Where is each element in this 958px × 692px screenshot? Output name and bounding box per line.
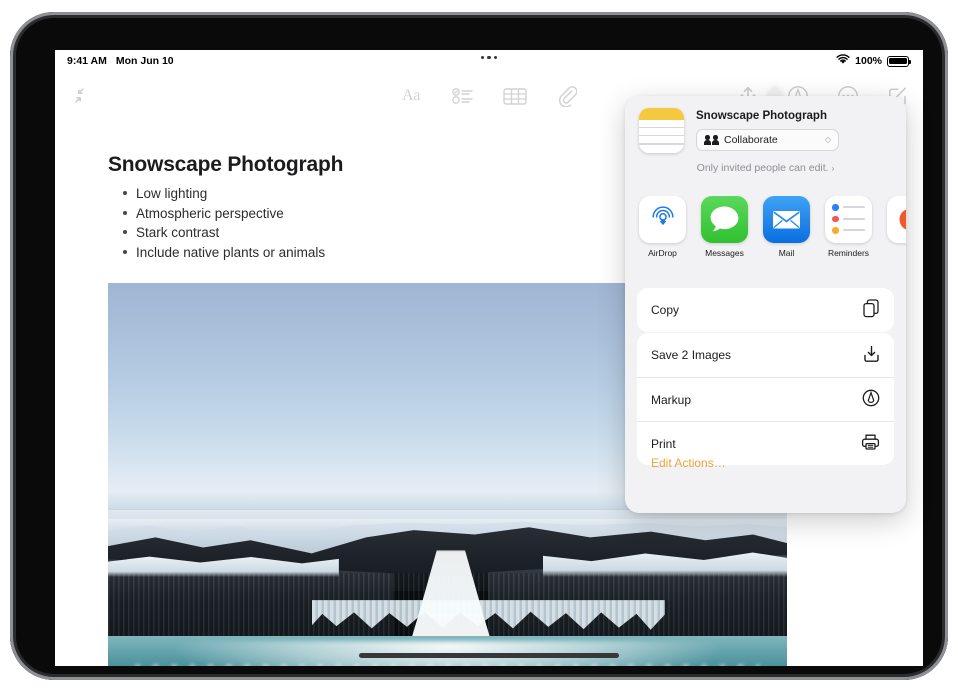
share-app-label: Messages xyxy=(701,248,748,258)
collaborate-label: Collaborate xyxy=(724,134,778,146)
markup-pen-icon xyxy=(862,389,880,410)
collaborate-dropdown[interactable]: Collaborate ◇ xyxy=(696,129,839,151)
share-actions-group-1: Copy xyxy=(637,288,894,332)
action-copy[interactable]: Copy xyxy=(637,288,894,332)
share-app-label: Reminders xyxy=(825,248,872,258)
share-app-label: Mail xyxy=(763,248,810,258)
chevron-right-icon: › xyxy=(832,163,835,173)
action-label: Save 2 Images xyxy=(651,348,731,362)
bullet-dot-icon xyxy=(123,191,127,195)
status-date: Mon Jun 10 xyxy=(116,55,174,67)
wifi-icon xyxy=(836,54,850,68)
bullet-dot-icon xyxy=(123,250,127,254)
printer-icon xyxy=(861,433,880,454)
share-app-freeform[interactable]: Fr xyxy=(887,196,906,278)
mail-icon xyxy=(763,196,810,243)
action-save-images[interactable]: Save 2 Images xyxy=(637,333,894,377)
status-bar-left: 9:41 AM Mon Jun 10 xyxy=(67,55,174,67)
list-item: Include native plants or animals xyxy=(123,245,325,265)
list-item-label: Atmospheric perspective xyxy=(136,206,284,221)
list-item: Stark contrast xyxy=(123,225,325,245)
share-app-messages[interactable]: Messages xyxy=(701,196,748,278)
bullet-dot-icon xyxy=(123,211,127,215)
bullet-dot-icon xyxy=(123,230,127,234)
multitasking-dots-icon[interactable] xyxy=(481,56,497,60)
page-title: Snowscape Photograph xyxy=(108,153,343,177)
battery-icon xyxy=(887,56,909,67)
permission-row[interactable]: Only invited people can edit. › xyxy=(625,162,906,174)
action-markup[interactable]: Markup xyxy=(637,377,894,421)
permission-text: Only invited people can edit. xyxy=(697,162,829,174)
chevron-up-down-icon: ◇ xyxy=(825,136,831,144)
text-format-icon[interactable]: Aa xyxy=(398,83,424,109)
people-icon xyxy=(705,135,718,145)
share-sheet-popover: Snowscape Photograph Collaborate ◇ Only … xyxy=(625,96,906,513)
action-label: Markup xyxy=(651,393,691,407)
status-time: 9:41 AM xyxy=(67,55,107,67)
screenshot-root: 9:41 AM Mon Jun 10 100% xyxy=(0,0,958,692)
airdrop-icon xyxy=(639,196,686,243)
home-indicator[interactable] xyxy=(359,653,619,658)
note-bullet-list: Low lighting Atmospheric perspective Sta… xyxy=(123,186,325,264)
list-item: Low lighting xyxy=(123,186,325,206)
share-actions-group-2: Save 2 Images Markup xyxy=(637,333,894,465)
status-bar: 9:41 AM Mon Jun 10 100% xyxy=(55,50,923,72)
share-title: Snowscape Photograph xyxy=(696,110,892,122)
toolbar-center-group: Aa xyxy=(398,83,580,109)
freeform-icon xyxy=(887,196,906,243)
copy-icon xyxy=(863,299,880,321)
list-item-label: Low lighting xyxy=(136,186,207,201)
list-item-label: Stark contrast xyxy=(136,225,219,240)
collapse-arrows-icon[interactable] xyxy=(67,83,93,109)
share-app-label: AirDrop xyxy=(639,248,686,258)
action-label: Print xyxy=(651,437,676,451)
notes-app-icon xyxy=(639,108,684,153)
paperclip-icon[interactable] xyxy=(554,83,580,109)
list-item: Atmospheric perspective xyxy=(123,206,325,226)
edit-actions-button[interactable]: Edit Actions… xyxy=(651,456,726,470)
action-label: Copy xyxy=(651,303,679,317)
share-app-mail[interactable]: Mail xyxy=(763,196,810,278)
checklist-icon[interactable] xyxy=(450,83,476,109)
table-icon[interactable] xyxy=(502,83,528,109)
list-item-label: Include native plants or animals xyxy=(136,245,325,260)
battery-percent: 100% xyxy=(855,55,882,67)
share-apps-row[interactable]: AirDrop Messages Mail xyxy=(625,196,906,278)
share-app-reminders[interactable]: Reminders xyxy=(825,196,872,278)
messages-icon xyxy=(701,196,748,243)
share-app-airdrop[interactable]: AirDrop xyxy=(639,196,686,278)
share-app-label: Fr xyxy=(887,248,906,258)
download-icon xyxy=(863,345,880,366)
status-bar-right: 100% xyxy=(836,54,909,68)
reminders-icon xyxy=(825,196,872,243)
